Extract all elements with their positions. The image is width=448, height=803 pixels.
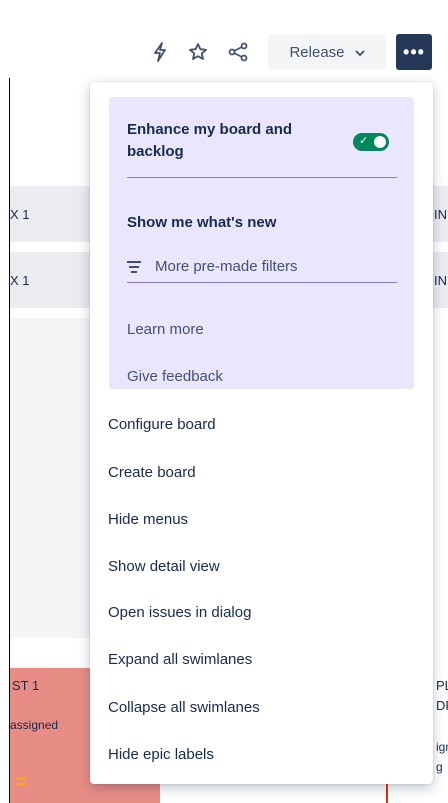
issue-card-title: DR: [436, 698, 448, 713]
show-detail-view-item[interactable]: Show detail view: [108, 558, 220, 575]
hide-epic-labels-item[interactable]: Hide epic labels: [108, 746, 214, 763]
more-actions-button[interactable]: •••: [396, 34, 432, 70]
issue-card-assignee: ign: [436, 740, 448, 754]
automation-lightning-icon[interactable]: [146, 36, 174, 68]
star-icon[interactable]: [184, 36, 212, 68]
check-icon: ✓: [359, 135, 369, 147]
collapse-all-swimlanes-item[interactable]: Collapse all swimlanes: [108, 699, 260, 716]
window-edge: [0, 0, 10, 803]
issue-card-assignee: assigned: [10, 718, 59, 732]
release-button[interactable]: Release: [268, 34, 386, 70]
learn-more-link[interactable]: Learn more: [127, 321, 204, 338]
configure-board-item[interactable]: Configure board: [108, 416, 216, 433]
priority-medium-icon: =: [16, 772, 27, 792]
issue-card-title: PL: [436, 678, 448, 693]
share-icon[interactable]: [224, 36, 252, 68]
filter-icon: [127, 260, 141, 273]
issue-card-title: ST 1: [12, 678, 40, 693]
issue-card-detail: g: [436, 760, 443, 774]
swimlane-label: IN: [434, 207, 447, 222]
release-button-label: Release: [289, 43, 345, 61]
divider: [127, 177, 397, 178]
toggle-knob: [374, 136, 386, 148]
swimlane-label: X 1: [10, 207, 30, 222]
enhance-board-toggle[interactable]: ✓: [353, 133, 389, 151]
give-feedback-link[interactable]: Give feedback: [127, 368, 223, 385]
enhance-board-title: Enhance my board and backlog: [127, 121, 293, 160]
swimlane-label: X 1: [10, 273, 30, 288]
create-board-item[interactable]: Create board: [108, 464, 196, 481]
show-whats-new-item[interactable]: Show me what's new: [127, 214, 276, 231]
board-toolbar: Release •••: [0, 0, 448, 78]
board-column: [10, 318, 90, 638]
expand-all-swimlanes-item[interactable]: Expand all swimlanes: [108, 651, 252, 668]
more-filters-item[interactable]: More pre-made filters: [127, 258, 298, 275]
hide-menus-item[interactable]: Hide menus: [108, 511, 188, 528]
open-issues-in-dialog-item[interactable]: Open issues in dialog: [108, 604, 251, 621]
divider: [127, 282, 397, 283]
chevron-down-icon: [354, 44, 365, 61]
more-filters-label: More pre-made filters: [155, 258, 298, 275]
swimlane-label: IN: [434, 273, 447, 288]
enhance-board-panel: Enhance my board and backlog ✓ Show me w…: [109, 97, 414, 389]
board-actions-menu: Enhance my board and backlog ✓ Show me w…: [90, 82, 433, 784]
